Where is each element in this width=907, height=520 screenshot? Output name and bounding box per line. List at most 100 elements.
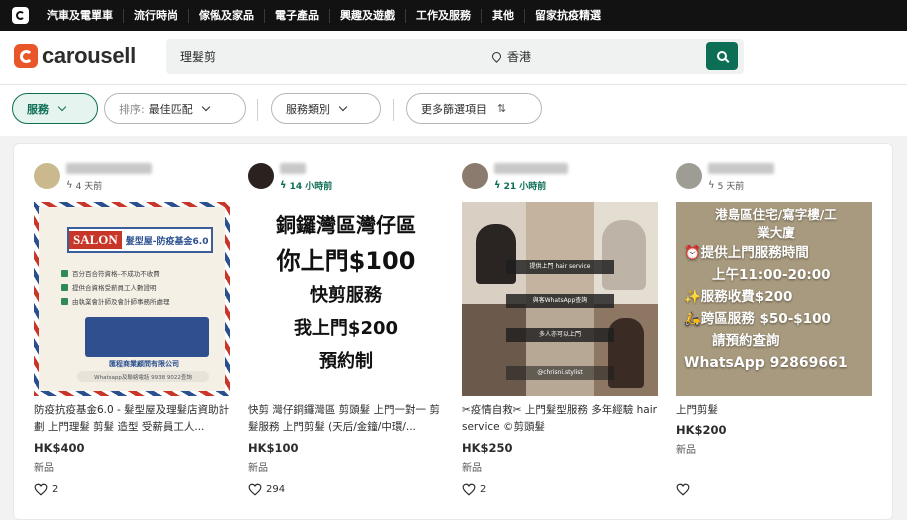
nav-item-hobbies[interactable]: 興趣及遊戲 [329,8,405,23]
more-filters-label: 更多篩選項目 [421,102,487,116]
avatar[interactable] [34,163,60,189]
poster-line: 快剪服務 [310,285,382,306]
header: carousell 香港 [0,31,907,84]
poster-brand: SALON [69,231,122,249]
carousell-small-logo-icon[interactable] [12,7,29,24]
overlay-line: 提供上門 hair service [506,260,614,274]
listing-image[interactable]: 提供上門 hair service 與客WhatsApp查詢 多人亦可以上門 @… [462,202,658,396]
photo-overlay-text: 提供上門 hair service 與客WhatsApp查詢 多人亦可以上門 @… [506,242,614,392]
listing-card[interactable]: ϟ4 天前 [34,157,230,195]
poster-salon-banner: SALON 髮型屋-防疫基金6.0 [67,227,213,253]
search-button[interactable] [706,42,738,70]
bolt-icon: ϟ [494,180,501,191]
listing-image[interactable]: 港島區住宅/寫字樓/工 業大廈 ⏰提供上門服務時間 上午11:00-20:00 … [676,202,872,396]
carousell-logo-icon [14,44,38,68]
seller-name-blurred [66,163,152,174]
search-icon [717,51,727,61]
listing-title[interactable]: ✂疫情自救✂ 上門髮型服務 多年經驗 hair service ©剪頭髮 [462,402,658,436]
listing-time: ϟ5 天前 [708,180,745,192]
brand-logo[interactable]: carousell [14,43,136,69]
seller-info[interactable]: ϟ4 天前 [34,157,230,195]
bolt-icon: ϟ [708,180,715,191]
listing-time: ϟ4 天前 [66,180,103,192]
listing-time: ϟ 21 小時前 [494,180,547,192]
listing-title[interactable]: 上門剪髮 [676,402,872,419]
poster-brand-sub: 髮型屋-防疫基金6.0 [125,236,209,247]
avatar[interactable] [676,163,702,189]
overlay-line: 多人亦可以上門 [506,328,614,342]
listing-card[interactable]: ϟ5 天前 [676,157,872,195]
nav-item-cars[interactable]: 汽車及電單車 [37,9,123,23]
nav-item-furniture[interactable]: 傢俬及家品 [188,8,264,23]
search-input[interactable] [166,39,484,74]
sort-label: 排序: [119,102,145,116]
like-count: 2 [480,484,487,495]
listing-image[interactable]: 銅鑼灣區灣仔區 你上門$100 快剪服務 我上門$200 預約制 [248,202,444,396]
chevron-down-icon [201,102,210,112]
poster-line: 提供合資格受薪員工人數證明 [61,283,201,292]
like-button[interactable]: 2 [34,483,58,496]
poster-line: 業大廈 [757,225,795,240]
heart-icon [248,483,262,496]
filter-bar: 服務 排序: 最佳匹配 服務類別 更多篩選項目 ⇅ [0,84,907,136]
listing-price: HK$100 [248,441,299,455]
seller-info[interactable]: ϟ 21 小時前 [462,157,658,195]
listing-title[interactable]: 防疫抗疫基金6.0 - 髮型屋及理髮店資助計劃 上門理髮 剪髮 造型 受薪員工人… [34,402,230,436]
search-bar: 香港 [166,39,744,74]
seller-name-blurred [494,163,568,174]
listing-card[interactable]: ϟ 21 小時前 [462,157,658,195]
listing-image[interactable]: SALON 髮型屋-防疫基金6.0 百分百合符資格–不成功不收費 提供合資格受薪… [34,202,230,396]
listing-price: HK$200 [676,423,727,437]
poster-line: 銅鑼灣區灣仔區 [276,213,416,237]
poster-line: 🛵跨區服務 $50-$100 [684,311,831,327]
bolt-icon: ϟ [280,180,287,191]
like-button[interactable] [676,483,694,496]
listing-price: HK$250 [462,441,513,455]
poster-company: 匯程商業顧問有限公司 [109,360,179,368]
nav-item-jobs-services[interactable]: 工作及服務 [405,8,481,23]
poster-line: 百分百合符資格–不成功不收費 [61,269,201,278]
heart-icon [34,483,48,496]
category-label: 服務類別 [286,102,330,116]
chevron-down-icon [338,102,348,112]
poster-line: 預約制 [319,351,373,372]
listing-condition: 新品 [34,463,54,474]
listing-time: ϟ 14 小時前 [280,180,333,192]
heart-icon [462,483,476,496]
sliders-icon: ⇅ [497,102,507,115]
top-nav: 汽車及電單車 流行時尚 傢俬及家品 電子產品 興趣及遊戲 工作及服務 其他 留家… [0,0,907,31]
seller-info[interactable]: ϟ 14 小時前 [248,157,444,195]
poster-line: 港島區住宅/寫字樓/工 [715,207,837,222]
sort-dropdown[interactable]: 排序: 最佳匹配 [104,93,246,124]
poster-line: ✨服務收費$200 [684,289,793,305]
avatar[interactable] [462,163,488,189]
like-button[interactable]: 294 [248,483,285,496]
category-dropdown[interactable]: 服務類別 [271,93,381,124]
poster-whatsapp: Whatsapp及聯絡電話 9938 9022查詢 [77,371,209,382]
avatar[interactable] [248,163,274,189]
listing-card[interactable]: ϟ 14 小時前 [248,157,444,195]
listing-price: HK$400 [34,441,85,455]
service-filter-chip[interactable]: 服務 [12,93,98,124]
nav-item-others[interactable]: 其他 [481,8,524,23]
divider [393,99,394,121]
overlay-line: @chrisni.stylist [506,366,614,380]
nav-item-electronics[interactable]: 電子產品 [264,8,329,23]
poster-line: 由執業會計師及會計師事務所處理 [61,297,201,306]
seller-name-blurred [708,163,774,174]
seller-info[interactable]: ϟ5 天前 [676,157,872,195]
overlay-line: 與客WhatsApp查詢 [506,294,614,308]
nav-item-stay-home[interactable]: 留家抗疫精選 [524,8,611,23]
listing-title[interactable]: 快剪 灣仔銅鑼灣區 剪頭髮 上門一對一 剪髮服務 上門剪髮 (天后/金鐘/中環/… [248,402,444,436]
like-count: 2 [52,484,59,495]
poster-line: 我上門$200 [293,318,399,339]
more-filters-button[interactable]: 更多篩選項目 ⇅ [406,93,542,124]
listing-condition: 新品 [676,445,696,456]
listing-condition: 新品 [248,463,268,474]
location-selector[interactable]: 香港 [490,48,531,65]
poster-lines: 百分百合符資格–不成功不收費 提供合資格受薪員工人數證明 由執業會計師及會計師事… [61,269,201,311]
nav-item-fashion[interactable]: 流行時尚 [123,8,188,23]
poster-info-box [85,317,209,357]
like-button[interactable]: 2 [462,483,486,496]
service-filter-label: 服務 [27,102,49,116]
